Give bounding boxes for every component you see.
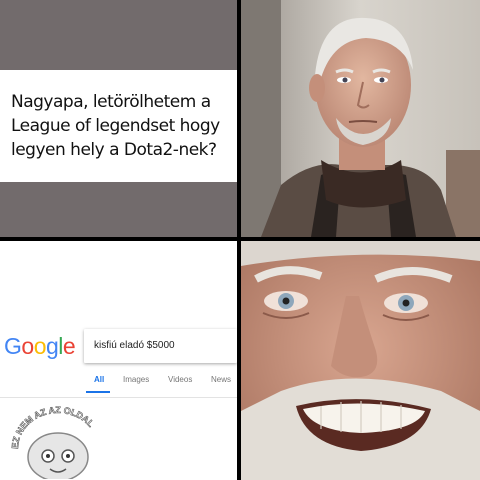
question-panel: Nagyapa, letörölhetem a League of legend…	[0, 0, 237, 237]
google-logo: Google	[4, 333, 76, 360]
tab-videos[interactable]: Videos	[168, 375, 192, 384]
tab-news[interactable]: News	[211, 375, 231, 384]
logo-letter: e	[62, 333, 76, 359]
divider	[0, 397, 237, 398]
search-query: kisfiú eladó $5000	[94, 340, 175, 351]
logo-letter: o	[33, 333, 47, 359]
question-text: Nagyapa, letörölhetem a League of legend…	[11, 92, 220, 160]
logo-letter: g	[45, 333, 59, 359]
active-tab-indicator	[86, 391, 110, 393]
grandpa-photo-sad	[241, 0, 480, 237]
logo-letter: o	[21, 333, 34, 359]
watermark-logo: EZ NEM AZ AZ OLDAL	[8, 401, 108, 480]
question-box: Nagyapa, letörölhetem a League of legend…	[0, 70, 237, 182]
grandpa-photo-smile	[241, 241, 480, 480]
grandpa-smile-illustration	[241, 241, 480, 480]
search-input[interactable]: kisfiú eladó $5000	[84, 329, 237, 363]
tab-images[interactable]: Images	[123, 375, 149, 384]
tab-all[interactable]: All	[94, 375, 104, 384]
google-search-panel: Google kisfiú eladó $5000 All Images Vid…	[0, 241, 237, 480]
watermark-graphic: EZ NEM AZ AZ OLDAL	[10, 405, 97, 480]
grandpa-sad-illustration	[241, 0, 480, 237]
logo-letter: G	[4, 333, 22, 359]
